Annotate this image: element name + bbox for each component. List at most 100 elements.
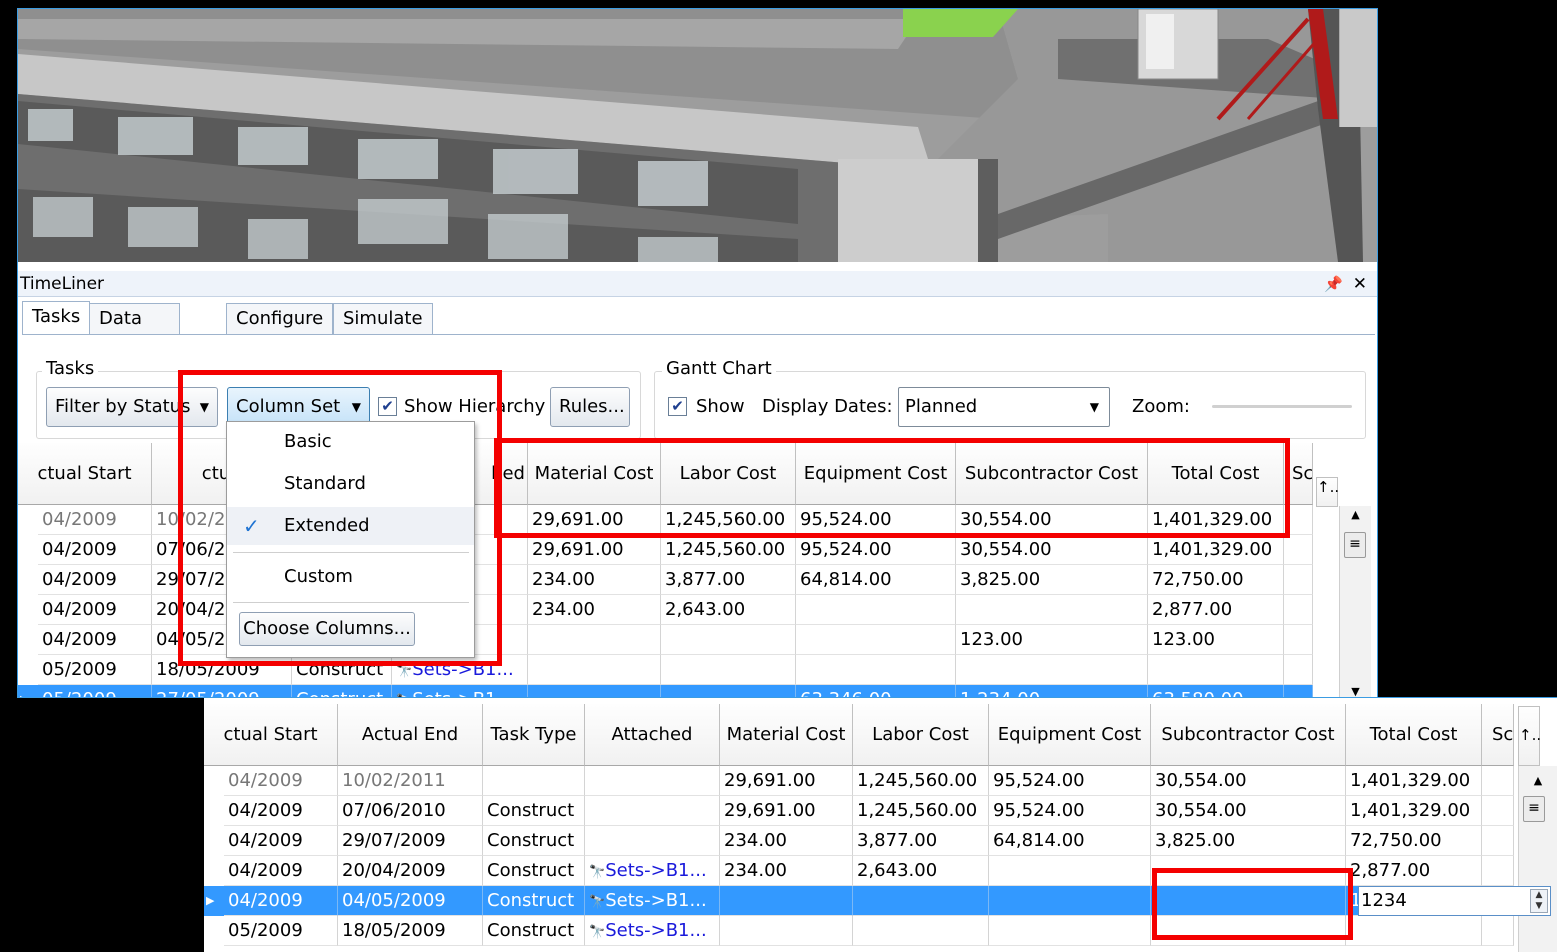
cell-subcontractor[interactable] [1151,886,1346,916]
table-row[interactable]: 04/2009 10/02/2 29,691.00 1,245,560.00 95,52… [18,505,1313,535]
header-actual-end[interactable]: Actual End [338,704,483,766]
header-attached[interactable]: Attached [585,704,720,766]
cell-equipment[interactable] [989,856,1151,886]
header-actual-start[interactable]: ctual Start [204,704,338,766]
cell-labor[interactable]: 2,643.00 [853,856,989,886]
cell-material[interactable]: 234.00 [528,595,661,625]
cell-type[interactable] [483,766,585,796]
scroll-up-icon[interactable]: ▲ [1340,508,1371,521]
cell-end[interactable]: 07/06/2010 [338,796,483,826]
cell-material[interactable]: 29,691.00 [720,796,853,826]
header-equipment-cost[interactable]: Equipment Cost [989,704,1151,766]
cell-attached[interactable]: 🔭Sets->B1... [585,916,720,946]
cell-total[interactable]: 123.00 [1148,625,1284,655]
cell-labor[interactable]: 3,877.00 [853,826,989,856]
cell-material[interactable] [528,625,661,655]
cell-labor[interactable]: 1,245,560.00 [661,535,796,565]
cell-material[interactable]: 234.00 [720,856,853,886]
cell-start[interactable]: 04/2009 [38,625,152,655]
lower-grid-scrollbar[interactable]: ▲ ≡ [1518,766,1557,952]
cell-equipment[interactable]: 95,524.00 [989,796,1151,826]
table-row[interactable]: 04/2009 07/06/2010 Construct 29,691.00 1,245… [204,796,1514,826]
cell-labor[interactable]: 1,245,560.00 [853,796,989,826]
cell-equipment[interactable]: 95,524.00 [796,505,956,535]
cell-sc[interactable] [1284,595,1313,625]
cell-material[interactable]: 29,691.00 [528,535,661,565]
cell-subcontractor[interactable] [1151,856,1346,886]
menu-item-basic[interactable]: Basic [227,423,474,461]
cell-material[interactable] [720,916,853,946]
cell-total[interactable]: 1,401,329.00 [1346,766,1482,796]
cell-sc[interactable] [1284,505,1313,535]
header-labor-cost[interactable]: Labor Cost [661,443,796,505]
cell-start[interactable]: 04/2009 [224,796,338,826]
cell-end[interactable]: 18/05/2009 [152,655,292,685]
cell-start[interactable]: 04/2009 [38,565,152,595]
cell-labor[interactable] [853,916,989,946]
header-total-cost[interactable]: Total Cost [1148,443,1284,505]
cell-attached[interactable] [585,796,720,826]
cell-labor[interactable]: 2,643.00 [661,595,796,625]
header-total-cost[interactable]: Total Cost [1346,704,1482,766]
cell-subcontractor[interactable]: 30,554.00 [956,505,1148,535]
cell-start[interactable]: 04/2009 [224,886,338,916]
table-row[interactable]: 04/200920/04/2🔭B1...234.002,643.002,877.… [18,595,1313,625]
tab-simulate[interactable]: Simulate [333,303,433,335]
table-row[interactable]: 04/2009 07/06/2 29,691.00 1,245,560.00 95,52… [18,535,1313,565]
filter-by-status-button[interactable]: Filter by Status ▼ [46,387,218,427]
attached-set-link[interactable]: Sets->B1... [605,860,706,881]
cell-subcontractor[interactable]: 30,554.00 [956,535,1148,565]
cell-total[interactable] [1346,916,1482,946]
cell-start[interactable]: 04/2009 [38,535,152,565]
zoom-slider[interactable] [1212,405,1352,408]
rules-button[interactable]: Rules... [550,387,630,427]
cell-start[interactable]: 04/2009 [38,595,152,625]
header-material-cost[interactable]: Material Cost [720,704,853,766]
cell-equipment[interactable]: 64,814.00 [989,826,1151,856]
cell-material[interactable]: 234.00 [720,826,853,856]
header-actual-start[interactable]: ctual Start [18,443,152,505]
spin-arrows-icon[interactable]: ▲ ▼ [1530,889,1548,913]
upper-grid-scrollbar[interactable]: ▲ ≡ ▼ [1339,506,1371,697]
show-hierarchy-checkbox[interactable]: ✔ [378,397,397,416]
table-row[interactable]: 04/200904/05/2009Construct🔭Sets->B1...12… [204,886,1514,916]
cell-start[interactable]: 05/2009 [38,685,152,697]
cell-subcontractor[interactable]: 123.00 [956,625,1148,655]
cell-sc[interactable] [1482,916,1514,946]
cell-material[interactable]: 29,691.00 [528,505,661,535]
cell-sc[interactable] [1482,856,1514,886]
cell-equipment[interactable] [796,625,956,655]
cell-sc[interactable] [1284,625,1313,655]
header-labor-cost[interactable]: Labor Cost [853,704,989,766]
navigation-bar[interactable] [1339,9,1377,127]
cell-material[interactable] [528,655,661,685]
cell-total[interactable]: 1,401,329.00 [1148,505,1284,535]
pin-icon[interactable]: 📌 [1324,271,1343,297]
cell-attached[interactable]: 🔭Sets->B1... [585,856,720,886]
choose-columns-button[interactable]: Choose Columns... [239,612,415,646]
cell-end[interactable]: 04/05/2009 [338,886,483,916]
cell-start[interactable]: 05/2009 [38,655,152,685]
cell-sc[interactable] [1482,766,1514,796]
scroll-up-icon[interactable]: ▲ [1519,774,1557,787]
cell-subcontractor[interactable] [956,595,1148,625]
cell-labor[interactable] [853,886,989,916]
cell-type[interactable]: Construct [483,916,585,946]
cell-labor[interactable] [661,625,796,655]
menu-item-standard[interactable]: Standard [227,465,474,503]
cell-end[interactable]: 20/04/2009 [338,856,483,886]
cell-labor[interactable] [661,655,796,685]
cell-equipment[interactable]: 95,524.00 [989,766,1151,796]
table-row[interactable]: 05/2009 18/05/2009 Construct 🔭Sets->B1... [204,916,1514,946]
cell-equipment[interactable] [989,916,1151,946]
cell-end[interactable]: 10/02/2011 [338,766,483,796]
header-subcontractor-cost[interactable]: Subcontractor Cost [956,443,1148,505]
cell-sc[interactable] [1482,826,1514,856]
cell-total[interactable]: 1,401,329.00 [1346,796,1482,826]
display-dates-select[interactable]: Planned ▼ [898,387,1110,427]
gantt-show-checkbox[interactable]: ✔ [668,397,687,416]
table-row[interactable]: 04/2009 29/07/2009 Construct 234.00 3,877.00… [204,826,1514,856]
table-row[interactable]: 04/2009 20/04/2009 Construct 🔭Sets->B1... 23… [204,856,1514,886]
cell-total[interactable]: 72,750.00 [1148,565,1284,595]
cell-end[interactable]: 29/07/2009 [338,826,483,856]
